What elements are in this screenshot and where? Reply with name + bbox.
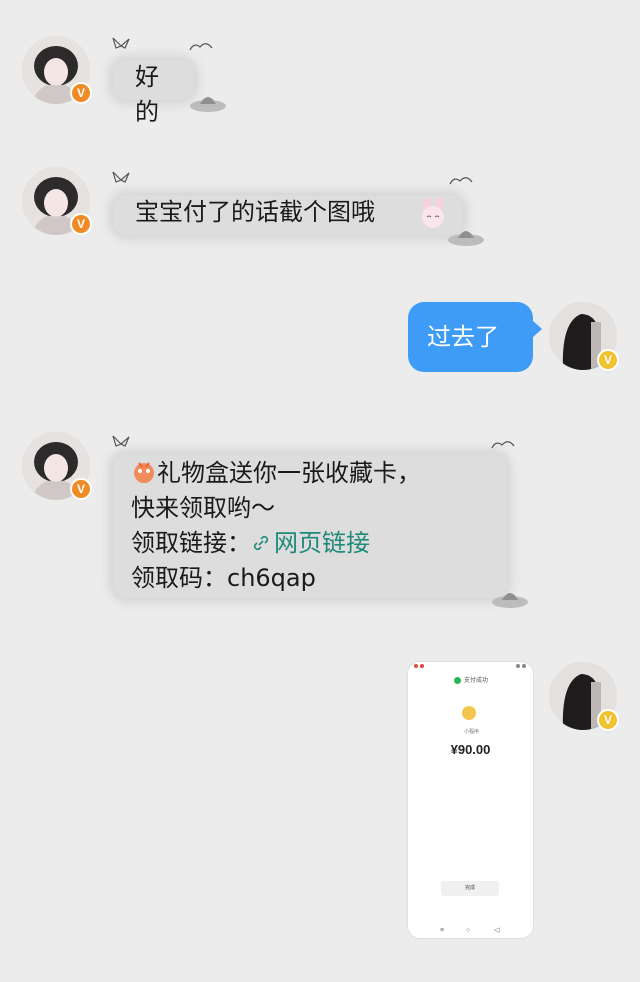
verified-badge-icon: V <box>70 478 92 500</box>
link-icon <box>253 535 269 551</box>
message-text: 宝宝付了的话截个图哦 <box>135 198 375 226</box>
verified-badge-icon: V <box>597 349 619 371</box>
merchant-icon <box>462 706 476 720</box>
nav-menu-icon: ≡ <box>440 927 445 934</box>
message-line: 领取码：ch6qap <box>131 564 316 592</box>
verified-badge-icon: V <box>70 213 92 235</box>
success-icon <box>454 677 461 684</box>
message-line: 礼物盒送你一张收藏卡， <box>131 456 489 491</box>
screenshot-status-bar <box>408 662 533 670</box>
message-bubble[interactable]: 礼物盒送你一张收藏卡， 快来领取哟～ 领取链接： 网页链接 领取码：ch6qap <box>113 454 507 598</box>
web-link-label: 网页链接 <box>274 529 370 557</box>
web-link[interactable]: 网页链接 <box>251 529 370 557</box>
gift-emoji-icon <box>134 462 154 483</box>
message-bubble[interactable]: 宝宝付了的话截个图哦 <box>113 195 463 235</box>
lotus-deco-icon <box>190 97 226 112</box>
verified-badge-icon: V <box>70 82 92 104</box>
bubble-tail <box>532 320 542 338</box>
message-line: 领取链接： 网页链接 <box>131 529 370 557</box>
message-bubble[interactable]: 好的 <box>113 60 194 126</box>
message-text: 过去了 <box>427 323 499 351</box>
butterfly-deco-icon <box>112 37 130 49</box>
lotus-deco-icon <box>448 231 484 246</box>
nav-back-icon: ◁ <box>494 927 500 934</box>
nav-home-icon: ○ <box>466 927 471 934</box>
payment-amount: ¥90.00 <box>450 742 491 757</box>
verified-badge-icon: V <box>597 709 619 731</box>
lotus-deco-icon <box>492 593 528 608</box>
cloud-deco-icon <box>491 441 515 449</box>
cloud-deco-icon <box>189 43 213 51</box>
butterfly-deco-icon <box>112 435 130 447</box>
screenshot-subtitle: 小程序 <box>464 729 480 735</box>
image-message[interactable]: 支付成功 小程序 ¥90.00 完成 ≡ ○ ◁ <box>408 662 533 938</box>
screenshot-done-button: 完成 <box>441 881 499 896</box>
message-bubble-outgoing[interactable]: 过去了 <box>408 302 542 372</box>
butterfly-deco-icon <box>112 171 130 183</box>
screenshot-header: 支付成功 <box>464 678 489 684</box>
message-line: 快来领取哟～ <box>131 494 275 522</box>
cloud-deco-icon <box>449 177 473 185</box>
message-text: 好的 <box>135 63 159 126</box>
